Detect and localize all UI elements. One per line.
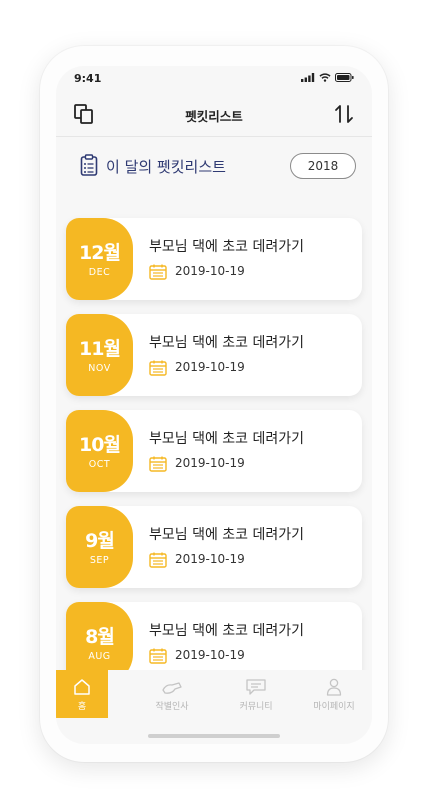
badge-month: 9월 [85, 530, 115, 552]
home-indicator [148, 734, 280, 738]
card-title: 부모님 댁에 초코 데려가기 [149, 239, 305, 255]
app-screen: 9:41 펫킷리스트 이 달의 펫킷리스트 2018 12월 DEC 부모님 댁… [56, 66, 372, 744]
list-item[interactable]: 11월 NOV 부모님 댁에 초코 데려가기 2019-10-19 [66, 314, 362, 396]
year-selector-button[interactable]: 2018 [290, 153, 356, 179]
signal-icon [301, 73, 315, 82]
badge-month-abbr: NOV [88, 363, 111, 374]
badge-month-abbr: OCT [88, 459, 111, 470]
calendar-icon [149, 360, 167, 376]
card-title: 부모님 댁에 초코 데려가기 [149, 335, 305, 351]
calendar-icon [149, 552, 167, 568]
calendar-icon [149, 648, 167, 664]
petkit-list: 12월 DEC 부모님 댁에 초코 데려가기 2019-10-19 11월 NO… [66, 218, 362, 698]
tab-home[interactable]: 홈 [56, 670, 108, 718]
tab-farewell[interactable]: 작별인사 [146, 670, 198, 718]
tab-mypage[interactable]: 마이페이지 [308, 670, 360, 718]
card-title: 부모님 댁에 초코 데려가기 [149, 431, 305, 447]
badge-month: 8월 [85, 626, 115, 648]
month-badge: 12월 DEC [66, 218, 133, 300]
tab-label: 홈 [77, 702, 87, 712]
status-bar: 9:41 [56, 66, 372, 92]
badge-month-abbr: SEP [89, 555, 110, 566]
battery-icon [335, 73, 354, 82]
tab-community[interactable]: 커뮤니티 [230, 670, 282, 718]
badge-month: 12월 [79, 242, 121, 264]
clipboard-icon [80, 154, 98, 176]
card-date: 2019-10-19 [175, 552, 245, 566]
card-date: 2019-10-19 [175, 264, 245, 278]
card-date: 2019-10-19 [175, 456, 245, 470]
tab-label: 커뮤니티 [239, 702, 273, 712]
month-badge: 11월 NOV [66, 314, 133, 396]
status-icons [301, 73, 354, 82]
badge-month: 10월 [79, 434, 121, 456]
chat-icon [246, 679, 266, 695]
nav-bar: 펫킷리스트 [56, 92, 372, 137]
badge-month: 11월 [79, 338, 121, 360]
page-title: 펫킷리스트 [185, 109, 243, 124]
list-item[interactable]: 12월 DEC 부모님 댁에 초코 데려가기 2019-10-19 [66, 218, 362, 300]
wifi-icon [319, 73, 331, 82]
list-item[interactable]: 9월 SEP 부모님 댁에 초코 데려가기 2019-10-19 [66, 506, 362, 588]
calendar-icon [149, 264, 167, 280]
farewell-icon [162, 682, 182, 694]
section-header: 이 달의 펫킷리스트 2018 [80, 152, 356, 182]
person-icon [326, 678, 342, 696]
home-icon [74, 679, 90, 695]
sort-icon[interactable] [332, 102, 356, 126]
card-date: 2019-10-19 [175, 360, 245, 374]
tab-label: 마이페이지 [313, 702, 355, 712]
list-item[interactable]: 10월 OCT 부모님 댁에 초코 데려가기 2019-10-19 [66, 410, 362, 492]
tab-bar: 홈 작별인사 커뮤니티 마이페이지 [56, 670, 372, 722]
card-date: 2019-10-19 [175, 648, 245, 662]
status-time: 9:41 [74, 72, 102, 85]
card-title: 부모님 댁에 초코 데려가기 [149, 527, 305, 543]
month-badge: 10월 OCT [66, 410, 133, 492]
month-badge: 9월 SEP [66, 506, 133, 588]
badge-month-abbr: AUG [88, 651, 111, 662]
tab-label: 작별인사 [155, 702, 189, 712]
section-title: 이 달의 펫킷리스트 [106, 158, 226, 176]
calendar-icon [149, 456, 167, 472]
badge-month-abbr: DEC [88, 267, 111, 278]
card-title: 부모님 댁에 초코 데려가기 [149, 623, 305, 639]
